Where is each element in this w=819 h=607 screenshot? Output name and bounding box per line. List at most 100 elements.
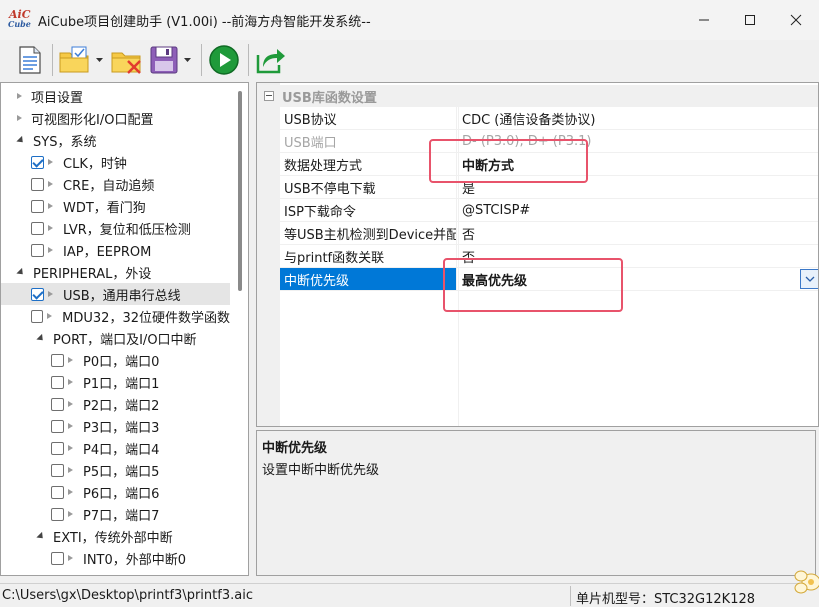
- tree-item[interactable]: P6口，端口6: [1, 481, 230, 503]
- export-button[interactable]: [253, 43, 289, 77]
- close-button[interactable]: [773, 0, 819, 40]
- priority-dropdown-button[interactable]: [800, 269, 818, 289]
- minimize-icon: [699, 19, 709, 21]
- expand-arrow-icon[interactable]: [48, 247, 53, 253]
- expand-arrow-icon[interactable]: [47, 313, 53, 319]
- tree-checkbox[interactable]: [31, 155, 44, 169]
- toolbar-separator: [201, 44, 202, 76]
- tree-item-label: P5口，端口5: [83, 464, 160, 480]
- expand-arrow-icon[interactable]: [68, 489, 73, 495]
- tree-item[interactable]: P1口，端口1: [1, 371, 230, 393]
- expand-arrow-icon[interactable]: [48, 181, 53, 187]
- property-row[interactable]: USB不停电下载是: [280, 176, 818, 199]
- save-button[interactable]: [147, 43, 181, 77]
- property-value[interactable]: 是: [458, 176, 818, 198]
- expand-arrow-icon[interactable]: [68, 379, 73, 385]
- tree-checkbox[interactable]: [51, 441, 64, 455]
- tree-checkbox[interactable]: [31, 287, 44, 301]
- tree-checkbox[interactable]: [31, 243, 44, 257]
- tree-item[interactable]: EXTI，传统外部中断: [1, 525, 230, 547]
- close-project-icon: [111, 52, 141, 74]
- tree-checkbox[interactable]: [51, 463, 64, 477]
- tree-checkbox[interactable]: [31, 309, 44, 323]
- property-row[interactable]: 与printf函数关联否: [280, 245, 818, 268]
- property-value[interactable]: @STCISP#: [458, 199, 818, 221]
- collapse-arrow-icon[interactable]: [36, 333, 46, 343]
- property-row[interactable]: ISP下载命令 @STCISP#: [280, 199, 818, 222]
- tree-item[interactable]: P5口，端口5: [1, 459, 230, 481]
- expand-arrow-icon[interactable]: [68, 555, 73, 561]
- property-name: USB不停电下载: [280, 176, 457, 198]
- tree-item[interactable]: P3口，端口3: [1, 415, 230, 437]
- tree-checkbox[interactable]: [51, 485, 64, 499]
- save-dropdown[interactable]: [183, 43, 193, 77]
- expand-arrow-icon[interactable]: [17, 115, 22, 121]
- property-category[interactable]: USB库函数设置: [257, 85, 818, 107]
- property-gutter: [257, 83, 280, 426]
- property-grid[interactable]: USB库函数设置 USB协议 CDC (通信设备类协议) USB端口 D- (P3.0…: [256, 82, 819, 427]
- expand-arrow-icon[interactable]: [68, 467, 73, 473]
- tree-checkbox[interactable]: [31, 177, 44, 191]
- tree-item[interactable]: IAP，EEPROM: [1, 239, 230, 261]
- tree-checkbox[interactable]: [51, 419, 64, 433]
- close-project-button[interactable]: [109, 43, 145, 77]
- property-value[interactable]: 否: [458, 245, 818, 267]
- collapse-arrow-icon[interactable]: [16, 267, 26, 277]
- expand-arrow-icon[interactable]: [48, 159, 53, 165]
- collapse-arrow-icon[interactable]: [16, 135, 26, 145]
- tree-item[interactable]: SYS，系统: [1, 129, 230, 151]
- collapse-arrow-icon[interactable]: [36, 531, 46, 541]
- tree-checkbox[interactable]: [51, 507, 64, 521]
- tree-item[interactable]: 可视图形化I/O口配置: [1, 107, 230, 129]
- maximize-button[interactable]: [727, 0, 773, 40]
- minimize-button[interactable]: [681, 0, 727, 40]
- expand-arrow-icon[interactable]: [68, 401, 73, 407]
- collapse-icon[interactable]: [264, 91, 274, 101]
- property-row[interactable]: USB协议 CDC (通信设备类协议): [280, 107, 818, 130]
- tree-item[interactable]: P7口，端口7: [1, 503, 230, 525]
- expand-arrow-icon[interactable]: [48, 203, 53, 209]
- tree-item[interactable]: USB，通用串行总线: [1, 283, 230, 305]
- property-row[interactable]: 等USB主机检测到Device并配置否: [280, 222, 818, 245]
- tree-item[interactable]: P2口，端口2: [1, 393, 230, 415]
- property-row[interactable]: 中断优先级 最高优先级: [280, 268, 818, 291]
- open-project-button[interactable]: [57, 43, 93, 77]
- property-value[interactable]: D- (P3.0), D+ (P3.1): [458, 130, 818, 152]
- tree-item[interactable]: INT0，外部中断0: [1, 547, 230, 569]
- tree-item[interactable]: P4口，端口4: [1, 437, 230, 459]
- tree-item[interactable]: CRE，自动追频: [1, 173, 230, 195]
- property-value[interactable]: CDC (通信设备类协议): [458, 107, 818, 129]
- property-value[interactable]: 最高优先级: [458, 268, 818, 290]
- tree-item[interactable]: LVR，复位和低压检测: [1, 217, 230, 239]
- tree-item[interactable]: MDU32，32位硬件数学函数: [1, 305, 230, 327]
- tree-item[interactable]: PERIPHERAL，外设: [1, 261, 230, 283]
- expand-arrow-icon[interactable]: [68, 357, 73, 363]
- tree-item[interactable]: WDT，看门狗: [1, 195, 230, 217]
- property-row[interactable]: 数据处理方式 中断方式: [280, 153, 818, 176]
- tree-checkbox[interactable]: [51, 397, 64, 411]
- expand-arrow-icon[interactable]: [68, 511, 73, 517]
- property-name: 与printf函数关联: [280, 245, 457, 267]
- expand-arrow-icon[interactable]: [17, 93, 22, 99]
- property-row[interactable]: USB端口 D- (P3.0), D+ (P3.1): [280, 130, 818, 153]
- property-value[interactable]: 中断方式: [458, 153, 818, 175]
- new-project-button[interactable]: [12, 43, 46, 77]
- tree-checkbox[interactable]: [51, 375, 64, 389]
- tree-scrollbar[interactable]: [238, 91, 242, 291]
- run-button[interactable]: [206, 43, 242, 77]
- tree-item[interactable]: CLK，时钟: [1, 151, 230, 173]
- tree-item[interactable]: PORT，端口及I/O口中断: [1, 327, 230, 349]
- tree-checkbox[interactable]: [31, 221, 44, 235]
- config-tree[interactable]: 项目设置 可视图形化I/O口配置 SYS，系统 CLK，时钟 CRE，自动追频 WDT，看…: [0, 82, 249, 576]
- expand-arrow-icon[interactable]: [48, 225, 53, 231]
- tree-item[interactable]: P0口，端口0: [1, 349, 230, 371]
- open-project-dropdown[interactable]: [95, 43, 105, 77]
- expand-arrow-icon[interactable]: [68, 423, 73, 429]
- tree-item[interactable]: 项目设置: [1, 85, 230, 107]
- tree-checkbox[interactable]: [31, 199, 44, 213]
- expand-arrow-icon[interactable]: [48, 291, 53, 297]
- expand-arrow-icon[interactable]: [68, 445, 73, 451]
- tree-checkbox[interactable]: [51, 551, 64, 565]
- property-value[interactable]: 否: [458, 222, 818, 244]
- tree-checkbox[interactable]: [51, 353, 64, 367]
